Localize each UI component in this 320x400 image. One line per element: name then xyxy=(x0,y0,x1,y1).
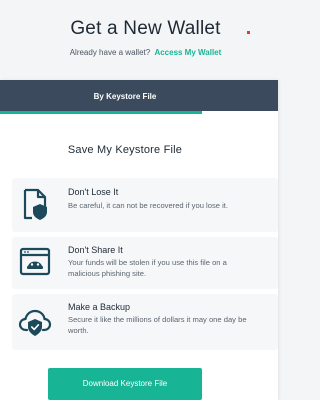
access-wallet-prompt: Already have a wallet? Access My Wallet xyxy=(0,48,291,57)
item-description: Secure it like the millions of dollars i… xyxy=(68,315,247,335)
tab-keystore-label: By Keystore File xyxy=(93,92,157,101)
item-heading: Don't Lose It xyxy=(68,187,119,197)
phishing-browser-icon xyxy=(18,245,52,279)
cloud-shield-icon xyxy=(18,305,52,339)
item-heading: Don't Share It xyxy=(68,245,123,255)
tab-keystore-file[interactable]: By Keystore File xyxy=(0,80,278,111)
access-my-wallet-link[interactable]: Access My Wallet xyxy=(154,48,221,57)
red-dot-marker xyxy=(247,31,250,34)
file-shield-icon xyxy=(18,187,52,221)
list-item-dont-share-it: Don't Share It Your funds will be stolen… xyxy=(12,237,278,289)
tab-active-indicator xyxy=(0,111,202,114)
item-heading: Make a Backup xyxy=(68,302,131,312)
list-item-make-a-backup: Make a Backup Secure it like the million… xyxy=(12,294,278,350)
download-keystore-button[interactable]: Download Keystore File xyxy=(48,368,202,400)
page-title: Get a New Wallet xyxy=(70,18,221,39)
section-title: Save My Keystore File xyxy=(67,144,183,156)
page: Get a New Wallet Already have a wallet? … xyxy=(0,0,291,400)
list-item-dont-lose-it: Don't Lose It Be careful, it can not be … xyxy=(12,178,278,232)
item-description: Be careful, it can not be recovered if y… xyxy=(68,201,228,210)
access-prompt-text: Already have a wallet? xyxy=(69,48,151,57)
item-description: Your funds will be stolen if you use thi… xyxy=(68,258,227,278)
